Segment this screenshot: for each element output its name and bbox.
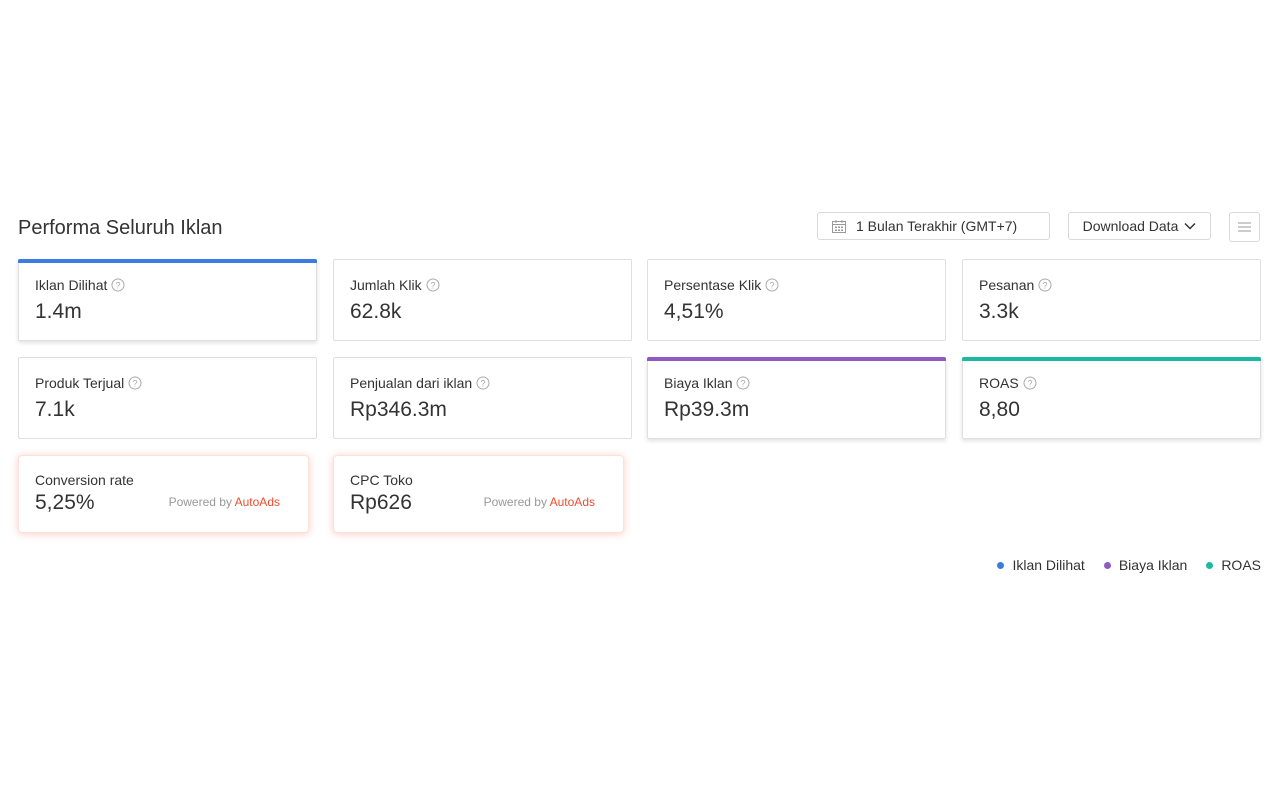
autoads-brand: AutoAds (234, 495, 280, 509)
chart-legend: Iklan Dilihat Biaya Iklan ROAS (978, 557, 1261, 573)
powered-by: Powered by AutoAds (484, 495, 595, 509)
metric-card-jumlah-klik[interactable]: Jumlah Klik ? 62.8k (333, 259, 632, 341)
legend-dot (1206, 561, 1214, 569)
metric-label: Produk Terjual (35, 375, 125, 391)
metric-card-pesanan[interactable]: Pesanan ? 3.3k (962, 259, 1261, 341)
metric-card-iklan-dilihat[interactable]: Iklan Dilihat ? 1.4m (18, 259, 317, 341)
svg-text:?: ? (741, 379, 746, 389)
metric-card-persentase-klik[interactable]: Persentase Klik ? 4,51% (647, 259, 946, 341)
menu-icon (1238, 222, 1251, 232)
help-icon[interactable]: ? (1038, 278, 1052, 292)
metric-label: Penjualan dari iklan (350, 375, 473, 391)
help-icon[interactable]: ? (128, 376, 142, 390)
chevron-down-icon (1184, 222, 1196, 230)
svg-text:?: ? (1043, 281, 1048, 291)
date-range-label: 1 Bulan Terakhir (GMT+7) (856, 218, 1018, 234)
help-icon[interactable]: ? (736, 376, 750, 390)
metric-value: 62.8k (350, 300, 402, 323)
metric-value: 3.3k (979, 300, 1019, 323)
help-icon[interactable]: ? (111, 278, 125, 292)
calendar-icon (832, 219, 846, 233)
menu-button[interactable] (1229, 212, 1260, 242)
metric-value: 5,25% (35, 491, 95, 514)
card-accent-bar (18, 259, 317, 263)
legend-label: Biaya Iklan (1118, 557, 1188, 573)
svg-text:?: ? (430, 281, 435, 291)
powered-by-prefix: Powered by (483, 495, 547, 509)
date-range-picker[interactable]: 1 Bulan Terakhir (GMT+7) (817, 212, 1050, 240)
metric-value: 4,51% (664, 300, 724, 323)
help-icon[interactable]: ? (426, 278, 440, 292)
legend-item-iklan-dilihat[interactable]: Iklan Dilihat (997, 557, 1085, 573)
legend-dot (997, 561, 1005, 569)
metric-card-biaya-iklan[interactable]: Biaya Iklan ? Rp39.3m (647, 357, 946, 439)
metric-value: 1.4m (35, 300, 82, 323)
svg-text:?: ? (133, 379, 138, 389)
card-accent-bar (647, 357, 946, 361)
metric-label: Iklan Dilihat (35, 277, 108, 293)
svg-text:?: ? (1027, 379, 1032, 389)
metric-label: Persentase Klik (664, 277, 762, 293)
svg-text:?: ? (116, 281, 121, 291)
metric-card-penjualan-dari-iklan[interactable]: Penjualan dari iklan ? Rp346.3m (333, 357, 632, 439)
powered-by: Powered by AutoAds (169, 495, 280, 509)
page-title: Performa Seluruh Iklan (18, 217, 223, 239)
svg-text:?: ? (481, 379, 486, 389)
metric-label: CPC Toko (350, 472, 413, 488)
legend-item-roas[interactable]: ROAS (1206, 557, 1261, 573)
metric-value: Rp626 (350, 491, 412, 514)
metric-label: ROAS (979, 375, 1019, 391)
metric-value: 7.1k (35, 398, 75, 421)
legend-label: ROAS (1221, 557, 1261, 573)
help-icon[interactable]: ? (1023, 376, 1037, 390)
autoads-card-cpc-toko[interactable]: CPC Toko Rp626 Powered by AutoAds (333, 455, 624, 533)
help-icon[interactable]: ? (765, 278, 779, 292)
metric-label: Jumlah Klik (350, 277, 422, 293)
metric-label: Biaya Iklan (664, 375, 733, 391)
metric-card-produk-terjual[interactable]: Produk Terjual ? 7.1k (18, 357, 317, 439)
header: Performa Seluruh Iklan 1 Bulan Terakhir … (18, 212, 1261, 242)
metric-value: 8,80 (979, 398, 1020, 421)
autoads-brand: AutoAds (549, 495, 595, 509)
help-icon[interactable]: ? (476, 376, 490, 390)
svg-text:?: ? (770, 281, 775, 291)
legend-label: Iklan Dilihat (1012, 557, 1085, 573)
powered-by-prefix: Powered by (168, 495, 232, 509)
metric-value: Rp39.3m (664, 398, 750, 421)
legend-dot (1103, 561, 1111, 569)
card-accent-bar (962, 357, 1261, 361)
legend-item-biaya-iklan[interactable]: Biaya Iklan (1103, 557, 1188, 573)
metric-label: Pesanan (979, 277, 1035, 293)
autoads-card-conversion-rate[interactable]: Conversion rate 5,25% Powered by AutoAds (18, 455, 309, 533)
metric-card-roas[interactable]: ROAS ? 8,80 (962, 357, 1261, 439)
metric-value: Rp346.3m (350, 398, 447, 421)
download-data-label: Download Data (1082, 218, 1179, 234)
metric-label: Conversion rate (35, 472, 134, 488)
download-data-button[interactable]: Download Data (1068, 212, 1211, 240)
